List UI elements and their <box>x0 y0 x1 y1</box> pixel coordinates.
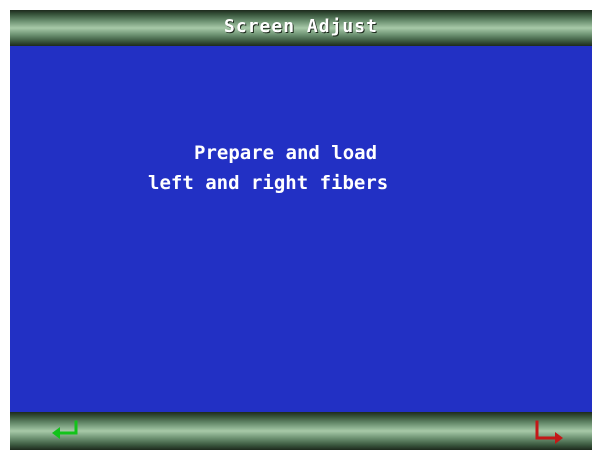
enter-return-arrow-icon <box>52 420 78 439</box>
exit-button[interactable] <box>530 418 566 448</box>
instruction-message: Prepare and load left and right fibers <box>10 138 592 258</box>
exit-arrow-icon <box>535 420 563 444</box>
page-title: Screen Adjust <box>224 16 378 37</box>
footer-bar <box>10 412 592 450</box>
instruction-line-1: Prepare and load <box>194 142 378 164</box>
title-bar: Screen Adjust <box>10 10 592 46</box>
screen-adjust-window: Screen Adjust Prepare and load left and … <box>0 0 592 450</box>
instruction-line-2: left and right fibers <box>148 172 389 194</box>
enter-button[interactable] <box>48 418 84 448</box>
